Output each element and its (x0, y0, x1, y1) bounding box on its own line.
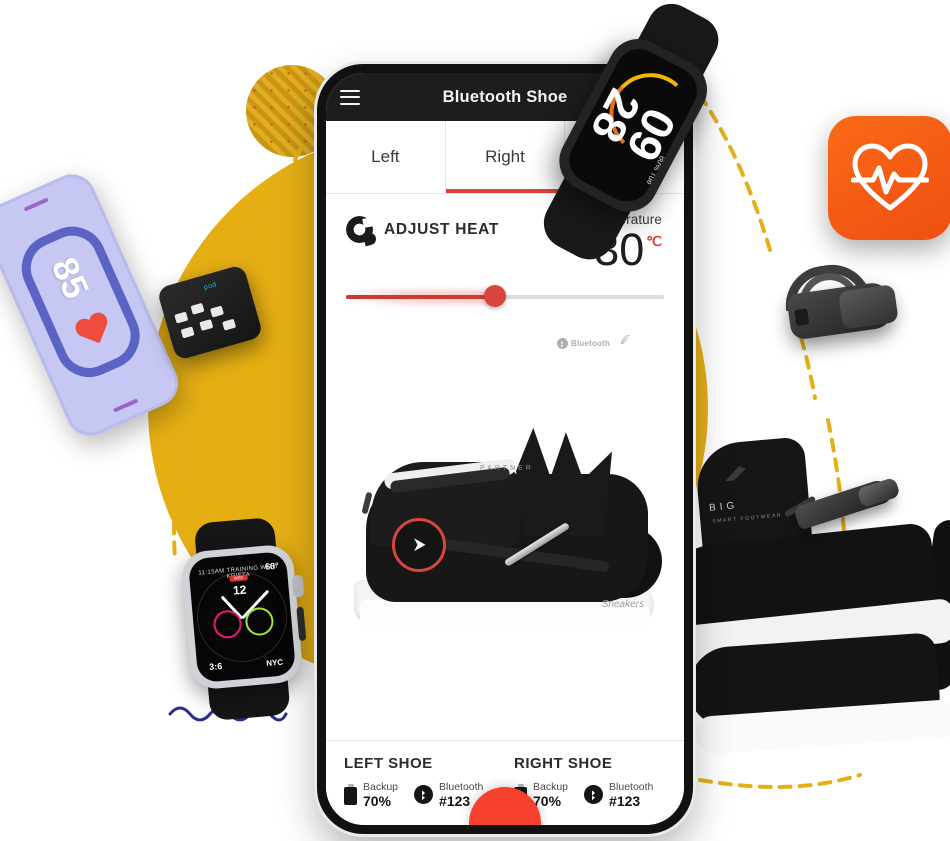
battery-icon (344, 784, 357, 806)
vr-side-vent (794, 308, 810, 326)
adjust-heat-label: ADJUST HEAT (384, 220, 500, 238)
bluetooth-icon (584, 785, 604, 805)
shoe-cuff-fins (516, 427, 612, 536)
vr-faceplate (838, 284, 899, 330)
heart-rate-value: 85 (43, 251, 98, 305)
heat-dial-icon (346, 216, 378, 247)
bluetooth-logo-text: Bluetooth (570, 339, 610, 349)
temperature-unit: ℃ (646, 233, 662, 249)
left-shoe-status: LEFT SHOE Backup 70% Bluetooth #123 (344, 755, 496, 809)
slider-thumb[interactable] (484, 284, 507, 307)
watch-city: NYC (265, 657, 284, 669)
health-app-icon[interactable] (828, 116, 950, 240)
watch-face: 11:15AM TRAINING WITH KRISTA 68° WED 12 … (187, 550, 297, 684)
smart-shoe-image: PARTNER Sneakers (348, 382, 674, 632)
tab-left[interactable]: Left (326, 121, 445, 193)
battery-label: Backup (533, 780, 569, 793)
bluetooth-label: Bluetooth (609, 780, 654, 793)
tab-left-label: Left (371, 147, 400, 166)
vr-headset-prop (772, 254, 903, 358)
product-preview: Bluetooth PARTNER Sneakers (326, 311, 684, 740)
battery-value: 70% (533, 792, 562, 809)
battery-label: Backup (363, 780, 399, 793)
pod-brand-text: pod (203, 281, 218, 292)
battery-value: 70% (363, 792, 392, 809)
smartwatch-prop: 11:15AM TRAINING WITH KRISTA 68° WED 12 … (180, 516, 307, 722)
power-dial-icon[interactable] (392, 517, 446, 572)
watch-crown[interactable] (291, 574, 305, 598)
right-shoe-status: RIGHT SHOE Backup 70% Bluetooth #123 (514, 755, 666, 809)
watch-temperature: 68° (264, 560, 280, 572)
heat-slider[interactable] (346, 284, 664, 308)
heart-rate-card: 85 (10, 215, 151, 388)
bluetooth-value: #123 (609, 792, 641, 809)
bluetooth-icon (414, 785, 434, 805)
right-shoe-bluetooth: Bluetooth #123 (584, 781, 653, 809)
bluetooth-label: Bluetooth (439, 780, 484, 793)
screenshot-stage: 85 pod 11:15AM TRAINING WITH KRISTA 68° … (0, 0, 950, 841)
big-shoe-prop-2 (685, 621, 950, 789)
right-shoe-title: RIGHT SHOE (514, 754, 613, 772)
watch-case: 11:15AM TRAINING WITH KRISTA 68° WED 12 … (180, 543, 304, 691)
bluetooth-logo-icon: Bluetooth (556, 338, 610, 350)
lavender-phone-prop: 85 (0, 166, 186, 444)
fitness-band-prop: 09 28 80% Tue (534, 0, 731, 269)
wireless-signal-icon (617, 331, 643, 357)
shoe-brand-mark: PARTNER (480, 464, 534, 472)
phone-home-indicator (113, 398, 139, 413)
heart-pulse-icon (851, 143, 929, 211)
connectivity-badges: Bluetooth (556, 331, 643, 357)
slider-glow (346, 289, 496, 304)
watch-reading: 3:6 (208, 660, 223, 673)
left-shoe-battery: Backup 70% (344, 781, 398, 809)
phone-speaker (23, 197, 49, 212)
left-shoe-title: LEFT SHOE (344, 754, 433, 772)
tab-right-label: Right (485, 147, 525, 166)
watch-hour-marker: 12 (232, 582, 247, 598)
heart-icon (72, 310, 115, 351)
shoe-sole-brand: Sneakers (601, 598, 644, 610)
